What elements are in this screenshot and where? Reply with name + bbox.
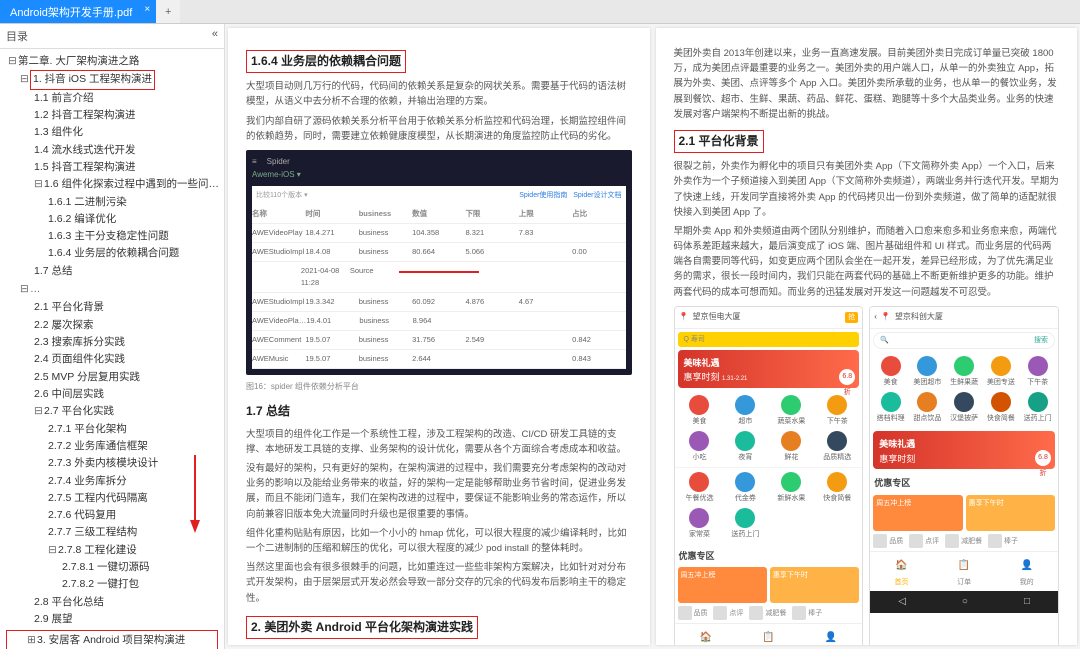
tree-item[interactable]: 1.3 组件化 [2, 124, 222, 141]
outline-sidebar: 目录 « ⊟第二章. 大厂架构演进之路 ⊟1. 抖音 iOS 工程架构演进 1.… [0, 24, 225, 649]
tree-item[interactable]: 2.2 屡次探索 [2, 317, 222, 334]
tree-item[interactable]: 2.7.1 平台化架构 [2, 421, 222, 438]
tree-item[interactable]: 2.7.2 业务库通信框架 [2, 438, 222, 455]
tree-item[interactable]: 2.1 平台化背景 [2, 299, 222, 316]
tree-item[interactable]: 2.8 平台化总结 [2, 594, 222, 611]
tree-item[interactable]: ⊞3. 安居客 Android 项目架构演进 [9, 632, 215, 649]
heading: 1.6.4 业务层的依赖耦合问题 [246, 50, 406, 73]
tree-item[interactable]: 1.6.2 编译优化 [2, 211, 222, 228]
tree-item[interactable]: 2.7.5 工程内代码隔离 [2, 490, 222, 507]
paragraph: 组件化重构贴贴有原因，比如一个小小的 hmap 优化，可以很大程度的减少编译耗时… [246, 526, 632, 556]
heading: 2. 美团外卖 Android 平台化架构演进实践 [246, 616, 478, 639]
search-field: 🔍 搜索 [873, 332, 1055, 349]
tree-item[interactable]: 2.9 展望 [2, 611, 222, 628]
pdf-page-right: 美团外卖自 2013年创建以来，业务一直高速发展。目前美团外卖日完成订单量已突破… [656, 28, 1078, 645]
tree-item[interactable]: 2.3 搜索库拆分实践 [2, 334, 222, 351]
location-icon: 📍 [881, 311, 891, 324]
heading: 1.7 总结 [246, 402, 632, 421]
paragraph: 美团外卖自 2013年创建以来，业务一直高速发展。目前美团外卖日完成订单量已突破… [674, 46, 1060, 122]
paragraph: 早期外卖 App 和外卖频道由两个团队分别维护，而随着入口愈来愈多和业务愈来愈，… [674, 224, 1060, 300]
outline-tree: ⊟第二章. 大厂架构演进之路 ⊟1. 抖音 iOS 工程架构演进 1.1 前言介… [0, 49, 224, 649]
tree-item[interactable]: 1.4 流水线式迭代开发 [2, 142, 222, 159]
tree-item[interactable]: 1.5 抖音工程架构演进 [2, 159, 222, 176]
tree-item[interactable]: 1.1 前言介绍 [2, 90, 222, 107]
tree-item[interactable]: 2.7.8.2 一键打包 [2, 576, 222, 593]
tree-item[interactable]: ⊟2. 美团外卖 Android 平台化架构演进实践 [2, 280, 222, 299]
tree-item[interactable]: ⊟2.7.8 工程化建设 [2, 542, 222, 559]
sidebar-close-icon[interactable]: « [212, 28, 218, 44]
promo-banner: 美味礼遇惠享时刻 6.8折 [873, 431, 1055, 469]
app-screenshot-1: 📍望京恒电大厦抢 Q 寿司 美味礼遇惠享时刻 1.31-2.21 6.8折 美食… [674, 306, 864, 645]
tree-item[interactable]: 1.2 抖音工程架构演进 [2, 107, 222, 124]
tree-item[interactable]: ⊟1.6 组件化探索过程中遇到的一些问题： [2, 176, 222, 193]
promo-banner: 美味礼遇惠享时刻 1.31-2.21 6.8折 [678, 350, 860, 388]
tree-item[interactable]: 2.6 中间层实践 [2, 386, 222, 403]
new-tab-button[interactable]: + [156, 0, 180, 23]
sidebar-title: 目录 [6, 28, 28, 44]
pdf-tab[interactable]: Android架构开发手册.pdf × [0, 0, 156, 23]
back-icon: ‹ [874, 311, 877, 324]
tree-item[interactable]: 2.7.4 业务库拆分 [2, 473, 222, 490]
tree-item[interactable]: 2.7.7 三级工程结构 [2, 524, 222, 541]
screenshot-spider: ≡Spider Aweme-iOS ▾ 比较110个版本 ▾ Spider使用指… [246, 150, 632, 375]
tree-item[interactable]: 2.4 页面组件化实践 [2, 351, 222, 368]
tree-item[interactable]: 1.6.4 业务层的依赖耦合问题 [2, 245, 222, 262]
paragraph: 很裂之前，外卖作为孵化中的项目只有美团外卖 App（下文简称外卖 App）一个入… [674, 159, 1060, 220]
tree-item[interactable]: ⊟1. 抖音 iOS 工程架构演进 [2, 70, 222, 89]
tree-item[interactable]: 1.6.1 二进制污染 [2, 194, 222, 211]
location-icon: 📍 [679, 311, 689, 324]
tree-item[interactable]: 1.7 总结 [2, 263, 222, 280]
paragraph: 大型项目动则几万行的代码，代码间的依赖关系是复杂的网状关系。需要基于代码的语法树… [246, 79, 632, 109]
tree-item[interactable]: 2.5 MVP 分层复用实践 [2, 369, 222, 386]
tree-item[interactable]: 2.7.8.1 一键切源码 [2, 559, 222, 576]
paragraph: 我们内部自研了源码依赖关系分析平台用于依赖关系分析监控和代码治理，长期监控组件间… [246, 114, 632, 144]
android-nav: ◁○□ [870, 591, 1058, 613]
app-screenshot-2: ‹📍望京科创大厦 🔍 搜索 美食美团超市生鲜果蔬美团专送下午茶搭档料理甜点饮品汉… [869, 306, 1059, 645]
tree-item[interactable]: 1.6.3 主干分支稳定性问题 [2, 228, 222, 245]
tree-item[interactable]: 2.7.3 外卖内核模块设计 [2, 455, 222, 472]
figure-caption: 图16：spider 组件依赖分析平台 [246, 381, 632, 394]
search-field: Q 寿司 [678, 332, 860, 347]
paragraph: 大型项目的组件化工作是一个系统性工程，涉及工程架构的改造、CI/CD 研发工具链… [246, 427, 632, 457]
heading: 2.1 平台化背景 [674, 130, 764, 153]
paragraph: 没有最好的架构，只有更好的架构，在架构演进的过程中，我们需要充分考虑架构的改动对… [246, 461, 632, 522]
pdf-page-left: 1.6.4 业务层的依赖耦合问题 大型项目动则几万行的代码，代码间的依赖关系是复… [228, 28, 650, 645]
close-icon[interactable]: × [144, 4, 150, 15]
tree-item[interactable]: 2.7.6 代码复用 [2, 507, 222, 524]
tab-title: Android架构开发手册.pdf [10, 7, 132, 19]
paragraph: 当然这里面也会有很多很棘手的问题，比如重连过一些些非架构方案解决，比如针对对分布… [246, 560, 632, 606]
tree-item[interactable]: ⊟第二章. 大厂架构演进之路 [2, 53, 222, 70]
tree-item[interactable]: ⊟2.7 平台化实践 [2, 403, 222, 420]
